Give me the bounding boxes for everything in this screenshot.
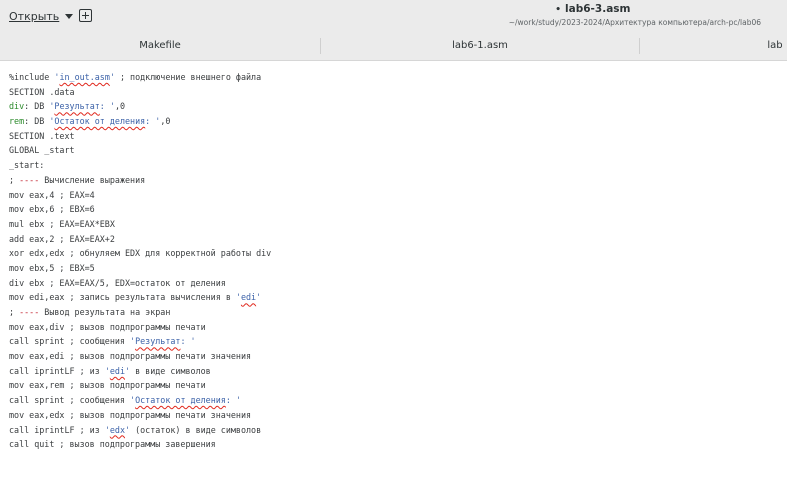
code-line: call iprintLF ; из 'edi' в виде символов bbox=[9, 365, 211, 376]
code-line: mov edi,eax ; запись результата вычислен… bbox=[9, 292, 262, 303]
code-line: SECTION .text bbox=[9, 130, 75, 141]
code-line: mov eax,edi ; вызов подпрограммы печати … bbox=[9, 351, 252, 362]
code-line: _start: bbox=[9, 160, 45, 171]
new-tab-icon[interactable] bbox=[79, 9, 92, 22]
code-line: rem: DB 'Остаток от деления: ',0 bbox=[9, 116, 171, 127]
open-button-label: Открыть bbox=[9, 9, 60, 23]
code-line: GLOBAL _start bbox=[9, 145, 75, 156]
tab-makefile[interactable]: Makefile bbox=[0, 32, 320, 60]
code-line: ; ---- Вывод результата на экран bbox=[9, 307, 171, 317]
tab-lab6-1[interactable]: lab6-1.asm bbox=[321, 32, 639, 60]
code-line: call iprintLF ; из 'edx' (остаток) в вид… bbox=[9, 424, 262, 435]
code-line: call sprint ; сообщения 'Остаток от деле… bbox=[9, 395, 241, 406]
code-area[interactable]: %include 'in_out.asm' ; подключение внеш… bbox=[9, 70, 271, 452]
code-line: div ebx ; EAX=EAX/5, EDX=остаток от деле… bbox=[9, 277, 226, 288]
open-button[interactable]: Открыть bbox=[9, 7, 74, 25]
code-line: ; ---- Вычисление выражения bbox=[9, 174, 146, 185]
code-line: mov eax,rem ; вызов подпрограммы печати bbox=[9, 380, 206, 391]
code-line: call sprint ; сообщения 'Результат: ' bbox=[9, 336, 196, 347]
code-line: %include 'in_out.asm' ; подключение внеш… bbox=[9, 72, 262, 82]
code-line: mul ebx ; EAX=EAX*EBX bbox=[9, 218, 115, 229]
code-line: call quit ; вызов подпрограммы завершени… bbox=[9, 439, 216, 450]
code-line: add eax,2 ; EAX=EAX+2 bbox=[9, 233, 115, 244]
tab-label: lab bbox=[767, 40, 783, 51]
code-line: div: DB 'Результат: ',0 bbox=[9, 101, 126, 112]
tab-bar: Makefile lab6-1.asm lab bbox=[0, 32, 787, 61]
text-editor[interactable]: %include 'in_out.asm' ; подключение внеш… bbox=[0, 61, 787, 490]
code-line: mov eax,edx ; вызов подпрограммы печати … bbox=[9, 409, 252, 420]
document-title: • lab6-3.asm bbox=[509, 3, 761, 17]
tab-lab6-3[interactable]: lab bbox=[640, 32, 787, 60]
code-line: mov eax,4 ; EAX=4 bbox=[9, 189, 95, 200]
tab-label: Makefile bbox=[139, 40, 181, 51]
title-area: • lab6-3.asm ~/work/study/2023-2024/Архит… bbox=[509, 3, 761, 28]
document-path: ~/work/study/2023-2024/Архитектура компь… bbox=[508, 18, 761, 27]
code-line: xor edx,edx ; обнуляем EDX для корректно… bbox=[9, 248, 272, 259]
chevron-down-icon bbox=[65, 13, 74, 19]
header-bar: Открыть • lab6-3.asm ~/work/study/2023-20… bbox=[0, 0, 787, 32]
code-line: mov ebx,6 ; EBX=6 bbox=[9, 204, 95, 215]
code-line: SECTION .data bbox=[9, 86, 75, 97]
code-line: mov ebx,5 ; EBX=5 bbox=[9, 262, 95, 273]
modified-indicator: • bbox=[555, 5, 562, 15]
tab-label: lab6-1.asm bbox=[452, 40, 508, 51]
document-title-text: lab6-3.asm bbox=[565, 3, 631, 15]
code-line: mov eax,div ; вызов подпрограммы печати bbox=[9, 321, 206, 332]
